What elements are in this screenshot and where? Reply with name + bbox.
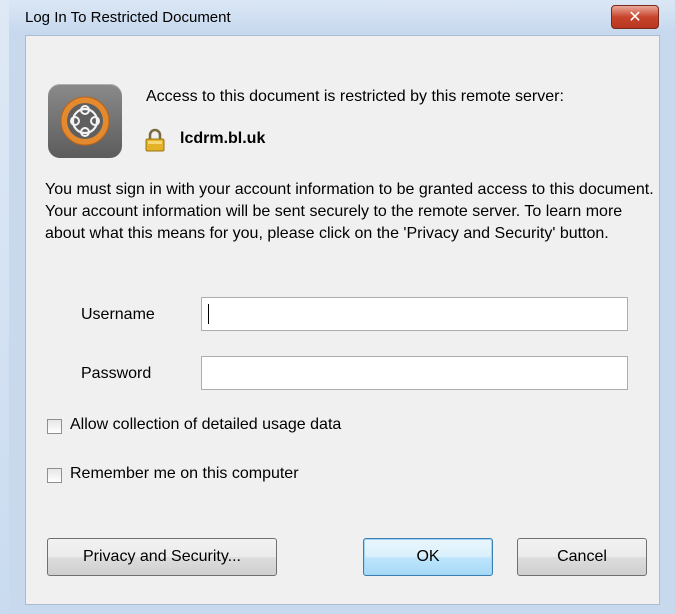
- cancel-button[interactable]: Cancel: [517, 538, 647, 576]
- restricted-message: Access to this document is restricted by…: [146, 88, 564, 105]
- username-label: Username: [81, 306, 155, 323]
- usage-data-label[interactable]: Allow collection of detailed usage data: [70, 416, 341, 434]
- text-caret: [208, 304, 209, 324]
- dialog-body: Access to this document is restricted by…: [25, 35, 660, 605]
- close-button[interactable]: ✕: [611, 5, 659, 29]
- title-bar[interactable]: Log In To Restricted Document ✕: [9, 0, 675, 34]
- password-field[interactable]: [201, 356, 628, 390]
- ok-button[interactable]: OK: [363, 538, 493, 576]
- server-name: lcdrm.bl.uk: [180, 130, 266, 147]
- username-field[interactable]: [201, 297, 628, 331]
- remember-me-checkbox[interactable]: [47, 468, 62, 483]
- info-text: You must sign in with your account infor…: [45, 181, 654, 242]
- window-frame-left: [0, 0, 9, 614]
- password-label: Password: [81, 365, 152, 382]
- remember-me-label[interactable]: Remember me on this computer: [70, 465, 299, 483]
- lock-icon: [145, 128, 165, 152]
- window-title: Log In To Restricted Document: [25, 9, 231, 26]
- adobe-livecycle-icon: [48, 84, 122, 158]
- usage-data-checkbox[interactable]: [47, 419, 62, 434]
- dialog-window: Log In To Restricted Document ✕ Access t…: [0, 0, 675, 614]
- privacy-security-button[interactable]: Privacy and Security...: [47, 538, 277, 576]
- close-icon: ✕: [628, 9, 642, 26]
